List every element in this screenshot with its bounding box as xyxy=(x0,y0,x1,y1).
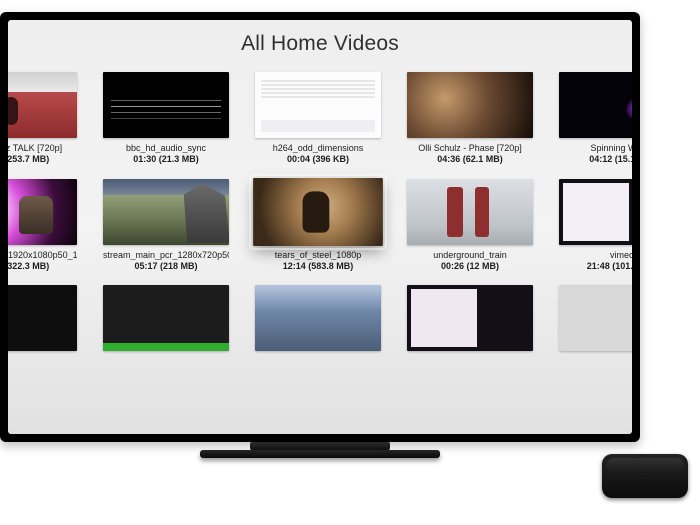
video-thumbnail[interactable] xyxy=(103,72,229,138)
video-thumbnail[interactable] xyxy=(255,285,381,351)
video-title: am_high_pcr_1920x1080p50_10mbps xyxy=(8,250,77,260)
video-thumbnail[interactable] xyxy=(407,72,533,138)
video-item[interactable]: h264_odd_dimensions00:04 (396 KB) xyxy=(255,72,381,165)
video-meta: 21:48 (101.3 MB) xyxy=(559,261,632,271)
video-meta: 01:30 (21.3 MB) xyxy=(103,154,229,164)
video-thumbnail[interactable] xyxy=(8,179,77,245)
screen: All Home Videos Carola Nitz TALK [720p]1… xyxy=(8,20,632,434)
video-title: tears_of_steel_1080p xyxy=(255,250,381,260)
video-title: Olli Schulz - Phase [720p] xyxy=(407,143,533,153)
video-thumbnail[interactable] xyxy=(559,285,632,351)
tv-stand-neck xyxy=(250,442,390,450)
video-item[interactable]: underground_train00:26 (12 MB) xyxy=(407,179,533,272)
video-thumbnail[interactable] xyxy=(407,285,533,351)
video-meta: 04:36 (62.1 MB) xyxy=(407,154,533,164)
video-meta: 12:14 (583.8 MB) xyxy=(255,261,381,271)
video-title: vimeo xyxy=(559,250,632,260)
video-thumbnail[interactable] xyxy=(253,178,383,246)
video-meta: 00:04 (396 KB) xyxy=(255,154,381,164)
video-item[interactable] xyxy=(103,285,229,357)
video-item[interactable]: bbc_hd_audio_sync01:30 (21.3 MB) xyxy=(103,72,229,165)
video-item[interactable] xyxy=(8,285,77,357)
video-item[interactable]: am_high_pcr_1920x1080p50_10mbps05:02 (32… xyxy=(8,179,77,272)
video-thumbnail[interactable] xyxy=(559,72,632,138)
appletv-device xyxy=(602,454,688,498)
video-item[interactable]: Olli Schulz - Phase [720p]04:36 (62.1 MB… xyxy=(407,72,533,165)
video-meta: 05:17 (218 MB) xyxy=(103,261,229,271)
video-item[interactable]: Carola Nitz TALK [720p]15:17 (253.7 MB) xyxy=(8,72,77,165)
video-title: Carola Nitz TALK [720p] xyxy=(8,143,77,153)
video-grid: Carola Nitz TALK [720p]15:17 (253.7 MB) b… xyxy=(8,72,632,371)
video-item[interactable]: Spinning Wheel04:12 (15.1 MB) xyxy=(559,72,632,165)
video-meta: 04:12 (15.1 MB) xyxy=(559,154,632,164)
video-thumbnail[interactable] xyxy=(103,179,229,245)
video-item[interactable] xyxy=(559,285,632,357)
video-thumbnail[interactable] xyxy=(8,72,77,138)
tv-frame: All Home Videos Carola Nitz TALK [720p]1… xyxy=(0,12,640,442)
video-thumbnail[interactable] xyxy=(8,285,77,351)
tv-stand-base xyxy=(200,450,440,458)
page-title: All Home Videos xyxy=(8,20,632,64)
appletv-led xyxy=(643,474,647,478)
video-thumbnail[interactable] xyxy=(407,179,533,245)
video-item[interactable]: tears_of_steel_1080p12:14 (583.8 MB) xyxy=(255,179,381,272)
video-title: h264_odd_dimensions xyxy=(255,143,381,153)
video-thumbnail[interactable] xyxy=(103,285,229,351)
video-title: stream_main_pcr_1280x720p50_5mbps xyxy=(103,250,229,260)
video-item[interactable] xyxy=(255,285,381,357)
video-title: bbc_hd_audio_sync xyxy=(103,143,229,153)
video-thumbnail[interactable] xyxy=(559,179,632,245)
video-item[interactable]: vimeo21:48 (101.3 MB) xyxy=(559,179,632,272)
video-item[interactable]: stream_main_pcr_1280x720p50_5mbps05:17 (… xyxy=(103,179,229,272)
video-meta: 00:26 (12 MB) xyxy=(407,261,533,271)
video-title: Spinning Wheel xyxy=(559,143,632,153)
video-item[interactable] xyxy=(407,285,533,357)
video-title: underground_train xyxy=(407,250,533,260)
video-thumbnail[interactable] xyxy=(255,72,381,138)
video-meta: 05:02 (322.3 MB) xyxy=(8,261,77,271)
video-meta: 15:17 (253.7 MB) xyxy=(8,154,77,164)
